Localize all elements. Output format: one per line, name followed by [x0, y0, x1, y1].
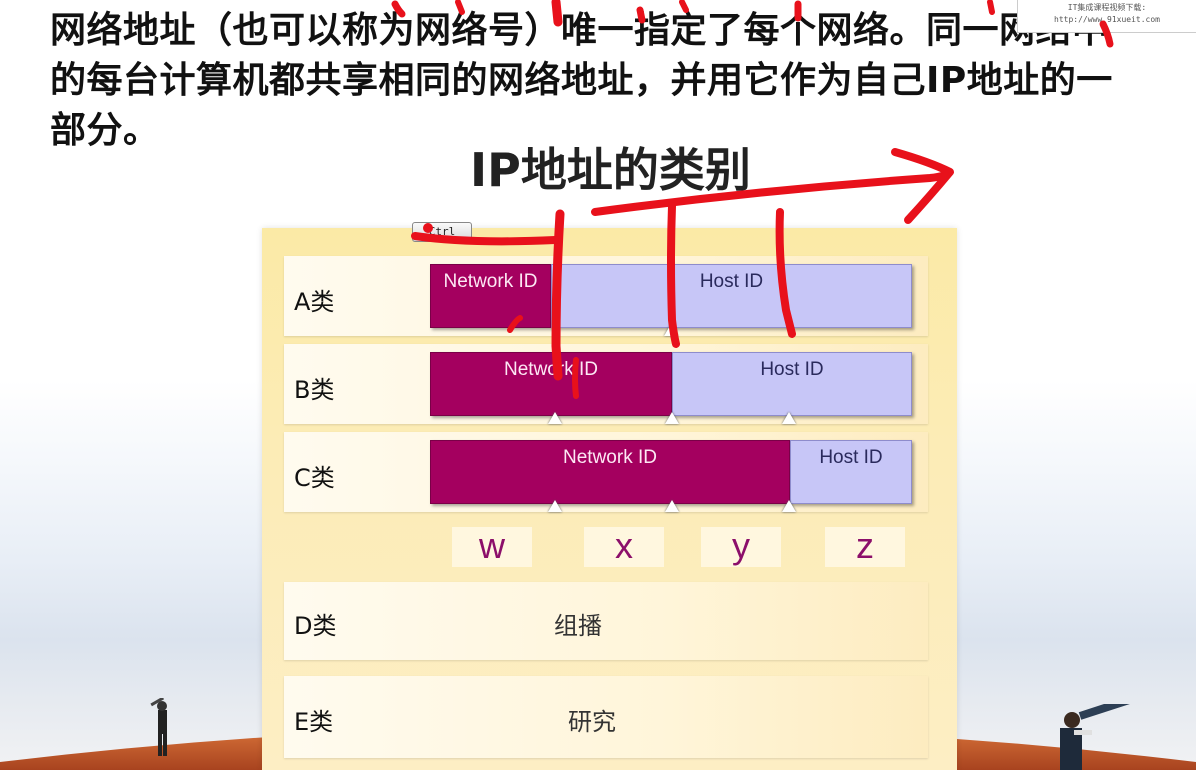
class-a-host-segment: Host ID [551, 264, 912, 328]
octet-z-label: z [825, 527, 905, 567]
class-a-octet-marker-icon [664, 324, 678, 336]
class-a-label: A类 [294, 288, 335, 316]
class-a-address-bar: Network ID Host ID [430, 264, 912, 328]
site-watermark: IT集成课程视频下载: http://www.91xueit.com [1017, 0, 1196, 33]
class-c-label: C类 [294, 464, 335, 492]
class-b-octet-marker-3-icon [782, 412, 796, 424]
class-e-label: E类 [294, 708, 334, 736]
class-c-network-segment: Network ID [430, 440, 790, 504]
class-c-octet-marker-1-icon [548, 500, 562, 512]
slide-title: IP地址的类别 [470, 143, 751, 197]
class-d-row: D类 组播 [284, 582, 928, 660]
person-with-telescope-left-icon [150, 698, 167, 756]
class-a-network-segment: Network ID [430, 264, 551, 328]
watermark-line-2: http://www.91xueit.com [1054, 15, 1160, 24]
class-c-address-bar: Network ID Host ID [430, 440, 912, 504]
class-a-host-label: Host ID [699, 271, 764, 292]
class-b-octet-marker-1-icon [548, 412, 562, 424]
slide-canvas: 网络地址（也可以称为网络号）唯一指定了每个网络。同一网络中的每台计算机都共享相同… [0, 0, 1196, 770]
class-b-host-segment: Host ID [672, 352, 912, 416]
class-e-description: 研究 [568, 708, 616, 736]
class-b-label: B类 [294, 376, 335, 404]
ctrl-key-indicator: Ctrl [412, 222, 472, 242]
octet-y-label: y [701, 527, 781, 567]
watermark-line-1: IT集成课程视频下载: [1067, 3, 1147, 12]
class-c-octet-marker-2-icon [665, 500, 679, 512]
class-c-octet-marker-3-icon [782, 500, 796, 512]
class-b-host-label: Host ID [760, 359, 824, 380]
class-b-octet-marker-2-icon [665, 412, 679, 424]
class-b-network-segment: Network ID [430, 352, 672, 416]
class-b-network-label: Network ID [504, 359, 598, 380]
class-d-description: 组播 [554, 612, 602, 640]
intro-paragraph: 网络地址（也可以称为网络号）唯一指定了每个网络。同一网络中的每台计算机都共享相同… [50, 10, 1113, 151]
octet-x-label: x [584, 527, 664, 567]
class-a-network-label: Network ID [443, 271, 538, 292]
class-c-host-label: Host ID [819, 447, 883, 468]
octet-w-label: w [452, 527, 532, 567]
class-c-network-label: Network ID [563, 447, 657, 468]
person-with-telescope-right-icon [1060, 704, 1131, 770]
class-e-row: E类 研究 [284, 676, 928, 758]
class-c-host-segment: Host ID [790, 440, 912, 504]
class-d-label: D类 [294, 612, 337, 640]
class-b-address-bar: Network ID Host ID [430, 352, 912, 416]
